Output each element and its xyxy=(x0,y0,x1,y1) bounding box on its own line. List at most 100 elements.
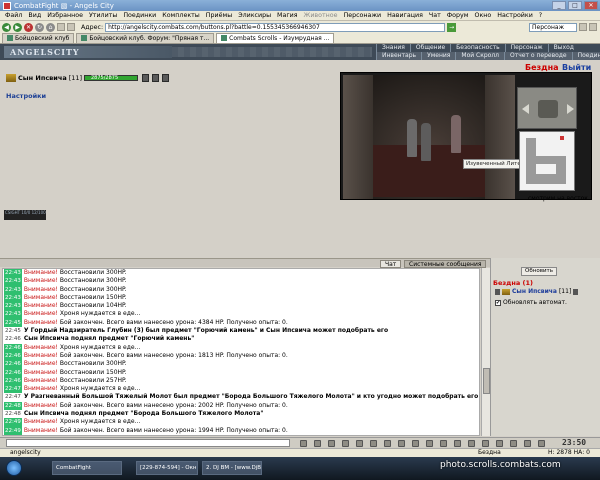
menu-item[interactable]: Вид xyxy=(25,12,44,19)
turn-left-icon[interactable] xyxy=(522,104,529,114)
chat-toolbar-icon[interactable] xyxy=(356,440,363,447)
player-figure[interactable] xyxy=(451,115,461,153)
chat-timestamp[interactable]: 22:49 xyxy=(4,418,22,427)
favorites-icon[interactable] xyxy=(57,23,65,31)
browser-tab[interactable]: Бойцовский клуб. Форум: "Пряная т... xyxy=(76,33,215,43)
rune-icon[interactable] xyxy=(152,74,159,82)
chat-timestamp[interactable]: 22:46 xyxy=(4,376,22,386)
chat-toolbar-icon[interactable] xyxy=(496,440,503,447)
chat-timestamp[interactable]: 22:43 xyxy=(4,293,22,303)
chat-timestamp[interactable]: 22:48 xyxy=(4,401,22,411)
chat-toolbar-icon[interactable] xyxy=(328,440,335,447)
chat-timestamp[interactable]: 22:49 xyxy=(4,434,22,435)
chat-timestamp[interactable]: 22:49 xyxy=(4,426,22,435)
menu-item[interactable]: Окно xyxy=(471,12,494,19)
chat-timestamp[interactable]: 22:48 xyxy=(4,410,22,418)
menu-item[interactable]: Комплекты xyxy=(159,12,203,19)
settings-link[interactable]: Настройки xyxy=(6,92,46,100)
tab-system-messages[interactable]: Системные сообщения xyxy=(404,260,487,268)
auto-refresh-option[interactable]: ✔ Обновлять автомат. xyxy=(495,299,567,306)
info-icon[interactable] xyxy=(573,288,579,295)
exit-link[interactable]: Выйти xyxy=(562,63,591,72)
search-input[interactable]: Персонаж xyxy=(529,22,577,32)
minimize-button[interactable]: _ xyxy=(552,1,566,10)
game-nav-link[interactable]: Безопасность xyxy=(450,44,505,52)
taskbar-item[interactable]: CombatFight xyxy=(52,461,122,475)
chat-toolbar-icon[interactable] xyxy=(370,440,377,447)
chat-timestamp[interactable]: 22:46 xyxy=(4,360,22,369)
chat-scrollbar[interactable] xyxy=(481,268,490,436)
chat-toolbar-icon[interactable] xyxy=(482,440,489,447)
menu-item[interactable]: Настройки xyxy=(494,12,536,19)
chat-timestamp[interactable]: 22:43 xyxy=(4,302,22,311)
auto-refresh-checkbox[interactable]: ✔ xyxy=(495,299,501,306)
menu-item[interactable]: Персонажи xyxy=(340,12,384,19)
search-icon[interactable] xyxy=(579,23,587,31)
chat-timestamp[interactable]: 22:43 xyxy=(4,269,22,278)
go-icon[interactable]: → xyxy=(447,22,457,32)
chat-timestamp[interactable]: 22:46 xyxy=(4,351,22,361)
game-nav-link[interactable]: Поединки xyxy=(571,52,600,60)
private-message-icon[interactable] xyxy=(495,288,500,295)
chat-timestamp[interactable]: 22:46 xyxy=(4,368,22,377)
scrollbar-thumb[interactable] xyxy=(483,368,490,394)
chat-timestamp[interactable]: 22:43 xyxy=(4,277,22,286)
menu-item[interactable]: Приёмы xyxy=(203,12,235,19)
chat-timestamp[interactable]: 22:43 xyxy=(4,285,22,294)
back-icon[interactable]: ◀ xyxy=(2,22,11,32)
game-nav-link[interactable]: Отчет о переводе xyxy=(504,52,572,60)
move-forward-button[interactable] xyxy=(538,100,558,118)
menu-item[interactable]: Файл xyxy=(2,12,25,19)
dungeon-scene[interactable]: Изувеченный Литейщик (4) xyxy=(343,75,549,199)
home-icon[interactable]: ⌂ xyxy=(46,22,55,32)
tab-chat[interactable]: Чат xyxy=(380,260,402,268)
menu-item[interactable]: Форум xyxy=(444,12,472,19)
monster-figure[interactable] xyxy=(421,123,431,161)
game-nav-link[interactable]: Умения xyxy=(421,52,455,60)
chat-toolbar-icon[interactable] xyxy=(510,440,517,447)
chat-timestamp[interactable]: 22:45 xyxy=(4,327,22,335)
chat-toolbar-icon[interactable] xyxy=(524,440,531,447)
browser-tab[interactable]: Бойцовский клуб xyxy=(2,33,75,43)
chat-timestamp[interactable]: 22:47 xyxy=(4,393,22,401)
menu-item[interactable]: Навигация xyxy=(384,12,426,19)
tools-icon[interactable] xyxy=(589,23,597,31)
online-player[interactable]: Сын Ипсвича [11] xyxy=(495,288,579,295)
chat-toolbar-icon[interactable] xyxy=(538,440,545,447)
chat-toolbar-icon[interactable] xyxy=(454,440,461,447)
chat-toolbar-icon[interactable] xyxy=(440,440,447,447)
chat-timestamp[interactable]: 22:47 xyxy=(4,385,22,394)
chat-input[interactable] xyxy=(6,439,290,447)
chat-toolbar-icon[interactable] xyxy=(342,440,349,447)
history-icon[interactable] xyxy=(67,23,75,31)
start-button[interactable] xyxy=(6,460,22,476)
character-name-row[interactable]: Сын Ипсвича [11] xyxy=(6,74,82,82)
refresh-button[interactable]: Обновить xyxy=(521,267,557,276)
game-nav-link[interactable]: Персонаж xyxy=(504,44,548,52)
menu-item[interactable]: Чат xyxy=(426,12,444,19)
monster-figure[interactable] xyxy=(407,119,417,157)
rune-icon[interactable] xyxy=(142,74,149,82)
chat-timestamp[interactable]: 22:46 xyxy=(4,343,22,352)
chat-toolbar-icon[interactable] xyxy=(300,440,307,447)
taskbar-item[interactable]: [229-874-594] - Окн... xyxy=(136,461,198,475)
menu-item[interactable]: Избранное xyxy=(44,12,86,19)
menu-item[interactable]: Поединки xyxy=(120,12,159,19)
game-nav-link[interactable]: Общение xyxy=(409,44,450,52)
chat-toolbar-icon[interactable] xyxy=(314,440,321,447)
chat-timestamp[interactable]: 22:46 xyxy=(4,335,22,343)
menu-item[interactable]: Магия xyxy=(274,12,300,19)
forward-icon[interactable]: ▶ xyxy=(13,22,22,32)
stop-icon[interactable]: ✕ xyxy=(24,22,33,32)
menu-item[interactable]: Эликсиры xyxy=(235,12,274,19)
rune-icon[interactable] xyxy=(162,74,169,82)
chat-toolbar-icon[interactable] xyxy=(412,440,419,447)
chat-timestamp[interactable]: 22:43 xyxy=(4,310,22,319)
game-nav-link[interactable]: Выход xyxy=(547,44,579,52)
refresh-icon[interactable]: ↻ xyxy=(35,22,44,32)
chat-toolbar-icon[interactable] xyxy=(384,440,391,447)
taskbar-item[interactable]: 2. DJ BM - [www.DjBM... xyxy=(202,461,262,475)
close-button[interactable]: ✕ xyxy=(584,1,598,10)
maximize-button[interactable]: □ xyxy=(568,1,582,10)
chat-toolbar-icon[interactable] xyxy=(468,440,475,447)
